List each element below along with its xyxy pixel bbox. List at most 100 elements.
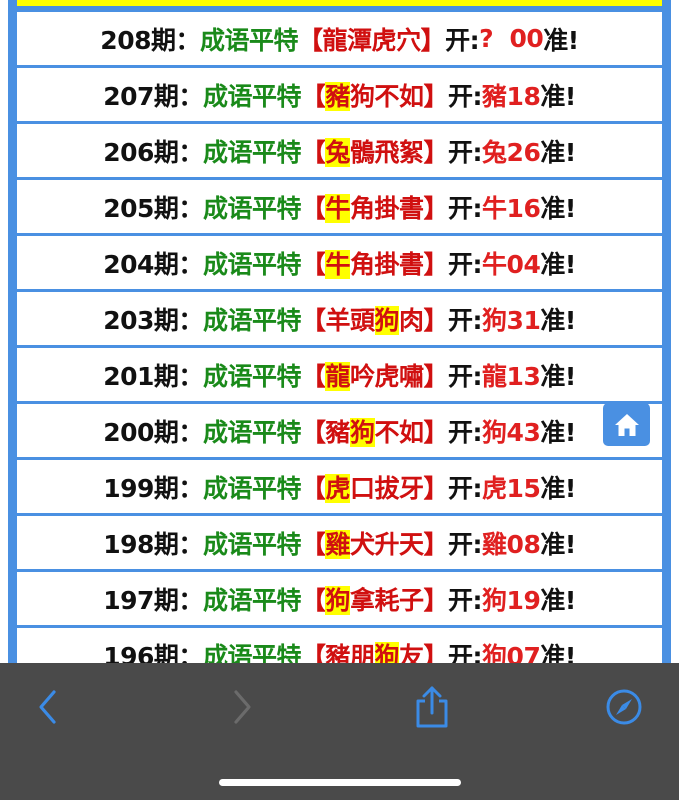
idiom-char: 鶻 [349,137,375,167]
idiom-highlight-char: 雞 [325,529,350,559]
result-value: 豬18 [482,81,541,111]
bracket-open: 【 [300,417,326,447]
list-row: 199期： 成语平特【虎口拔牙】开: 虎15 准! [17,460,662,513]
result-value: 狗19 [482,585,541,615]
open-label: 开: [448,529,483,559]
idiom-highlight-char: 狗 [374,641,400,663]
idiom-text: 豬狗不如 [325,413,424,449]
idiom-text: 虎口拔牙 [325,469,424,505]
idiom-text: 豬狗不如 [325,77,424,113]
idiom-char: 朋 [349,641,375,664]
accurate-label: 准! [540,641,576,664]
category-label: 成语平特 [202,305,302,335]
bracket-open: 【 [300,473,326,503]
category-label: 成语平特 [202,249,302,279]
idiom-text: 兔鶻飛絮 [325,133,424,169]
idiom-char: 耗 [374,585,400,615]
result-value: 牛04 [482,249,541,279]
category-label: 成语平特 [199,25,299,55]
idiom-char: 角 [349,193,375,223]
forward-button[interactable] [220,685,264,729]
idiom-char: 不 [374,81,400,111]
back-button[interactable] [26,685,70,729]
home-indicator [219,779,461,786]
list-row: 201期： 成语平特【龍吟虎嘯】开: 龍13 准! [17,348,662,401]
idiom-char: 穴 [396,25,421,55]
open-label: 开: [448,305,483,335]
idiom-text: 豬朋狗友 [325,637,424,664]
accurate-label: 准! [540,249,576,279]
idiom-char: 羊 [325,305,350,335]
idiom-highlight-char: 豬 [325,81,350,111]
idiom-text: 龍潭虎穴 [322,21,422,57]
idiom-text: 羊頭狗肉 [325,301,424,337]
idiom-char: 犬 [349,529,375,559]
bracket-close: 】 [423,193,449,223]
idiom-text: 狗拿耗子 [325,581,424,617]
open-label: 开: [448,193,483,223]
share-icon [416,686,448,728]
home-button[interactable] [603,403,650,446]
idiom-char: 拔 [374,473,400,503]
idiom-char: 天 [399,529,424,559]
idiom-char: 友 [399,641,424,664]
issue-number: 204期： [103,249,203,279]
list-row: 206期： 成语平特【兔鶻飛絮】开: 兔26 准! [17,124,662,177]
safari-compass-button[interactable] [602,685,646,729]
open-label: 开: [448,361,483,391]
idiom-highlight-char: 狗 [349,417,375,447]
result-value: 狗43 [482,417,541,447]
idiom-char: 書 [399,249,424,279]
idiom-char: 豬 [325,641,350,664]
category-label: 成语平特 [202,417,302,447]
idiom-text: 牛角掛書 [325,189,424,225]
list-row: 203期： 成语平特【羊頭狗肉】开: 狗31 准! [17,292,662,345]
idiom-highlight-char: 虎 [325,473,350,503]
accurate-label: 准! [540,529,576,559]
bracket-close: 】 [423,417,449,447]
idiom-char: 龍 [322,25,348,55]
open-label: 开: [448,585,483,615]
bracket-close: 】 [423,305,449,335]
issue-number: 203期： [103,305,203,335]
bracket-close: 】 [423,249,449,279]
bracket-close: 】 [423,361,449,391]
idiom-char: 牙 [399,473,424,503]
accurate-label: 准! [540,585,576,615]
bracket-open: 【 [300,641,326,664]
idiom-char: 虎 [371,25,397,55]
bracket-close: 】 [423,529,449,559]
share-button[interactable] [410,685,454,729]
chevron-right-icon [234,690,251,724]
category-label: 成语平特 [202,585,302,615]
issue-number: 201期： [103,361,203,391]
bracket-close: 】 [423,81,449,111]
idiom-highlight-char: 狗 [374,305,400,335]
list-row: 207期： 成语平特【豬狗不如】开: 豬18 准! [17,68,662,121]
bracket-open: 【 [300,305,326,335]
bracket-open: 【 [300,529,326,559]
idiom-highlight-char: 龍 [325,361,350,391]
issue-number: 196期： [103,641,203,664]
issue-number: 197期： [103,585,203,615]
accurate-label: 准! [540,305,576,335]
bracket-close: 】 [420,25,446,55]
idiom-char: 吟 [349,361,375,391]
issue-number: 207期： [103,81,203,111]
accurate-label: 准! [540,137,576,167]
open-label: 开: [448,417,483,447]
result-value: 狗07 [482,641,541,664]
home-icon [614,413,639,436]
idiom-char: 升 [374,529,400,559]
category-label: 成语平特 [202,193,302,223]
idiom-highlight-char: 牛 [325,193,350,223]
idiom-char: 掛 [374,193,400,223]
chevron-left-icon [39,690,56,724]
idiom-highlight-char: 兔 [325,137,350,167]
compass-icon [606,689,642,725]
idiom-char: 潭 [347,25,372,55]
idiom-text: 雞犬升天 [325,525,424,561]
idiom-highlight-char: 牛 [325,249,350,279]
list-row: 205期： 成语平特【牛角掛書】开: 牛16 准! [17,180,662,233]
issue-number: 205期： [103,193,203,223]
